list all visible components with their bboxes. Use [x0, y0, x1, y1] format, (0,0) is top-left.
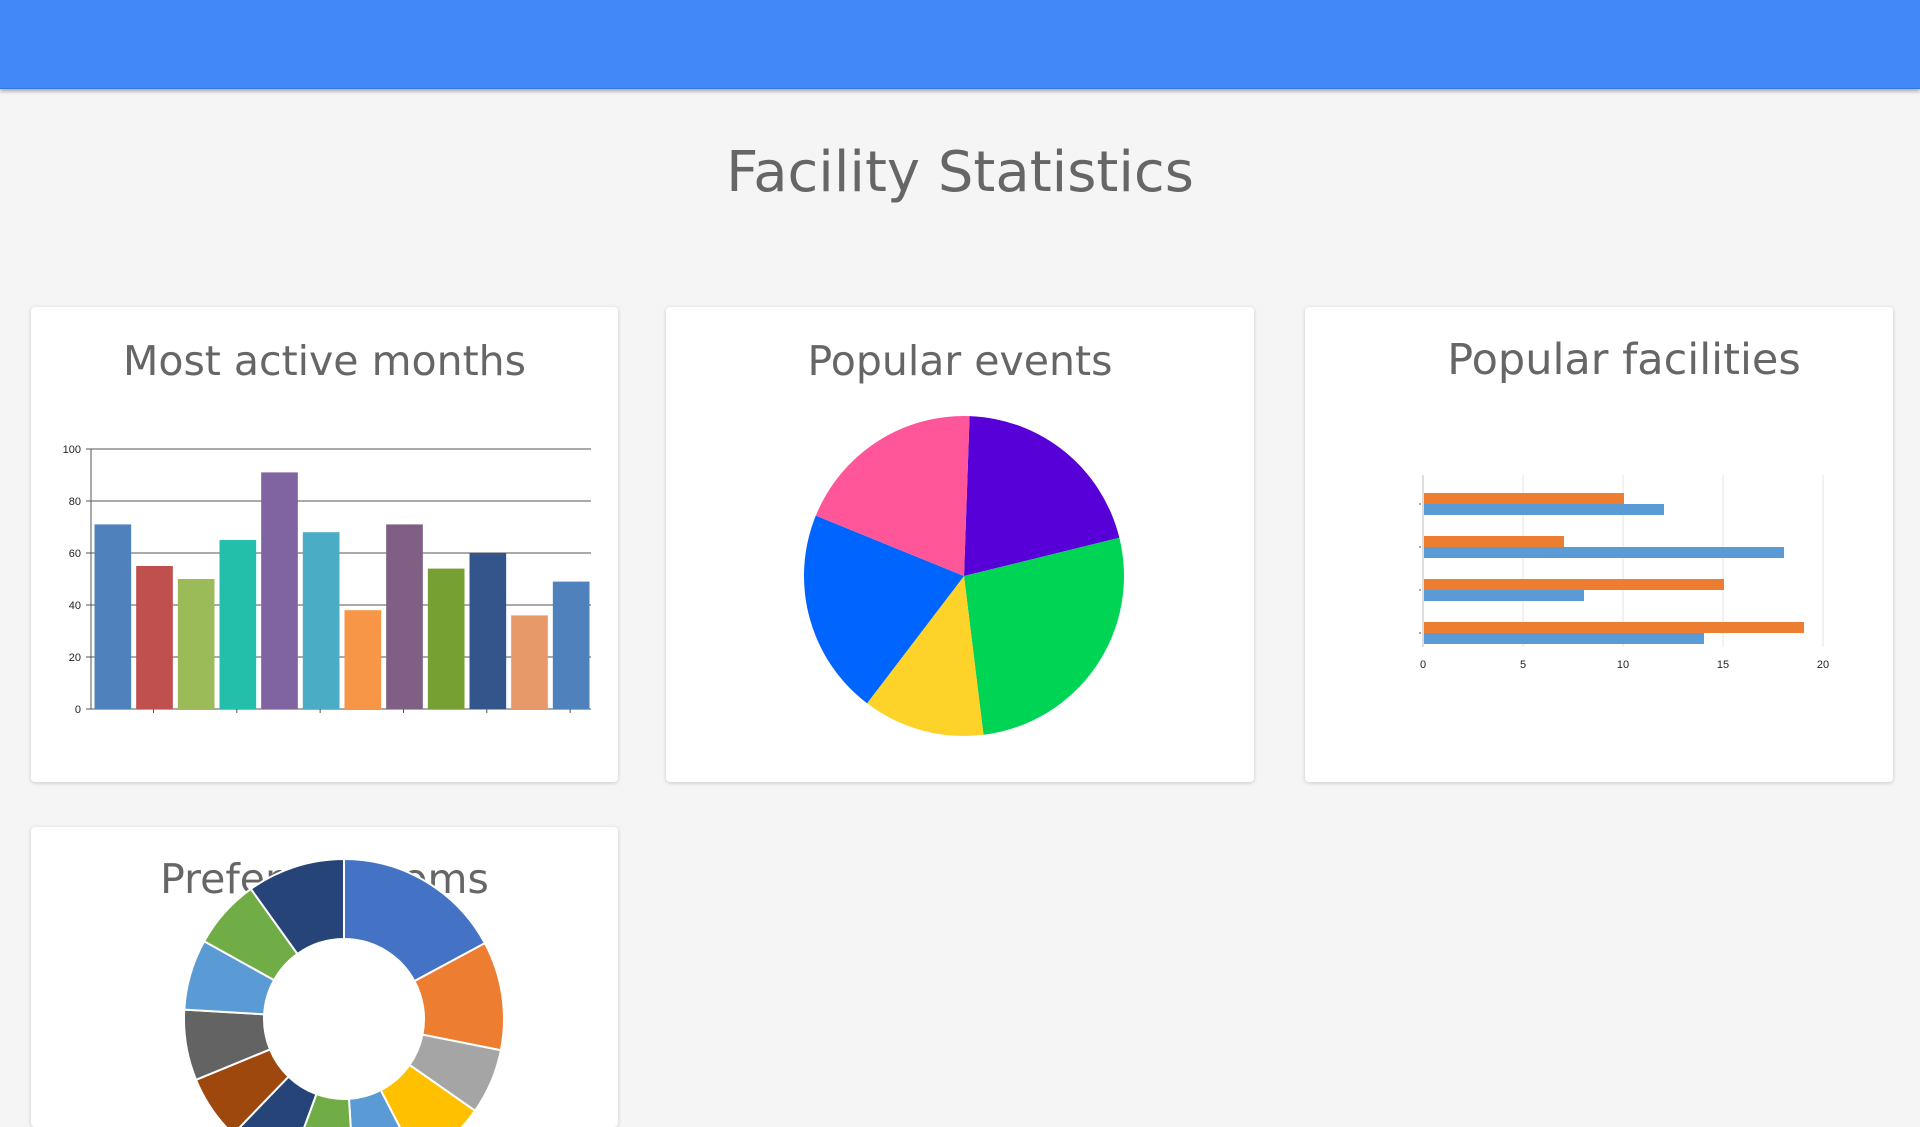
events-pie-chart [804, 416, 1124, 736]
bar [1424, 633, 1704, 644]
bar [1424, 590, 1584, 601]
y-tick-label: 80 [69, 496, 81, 508]
x-tick-label: 20 [1817, 659, 1829, 671]
bar [511, 615, 548, 709]
bar [469, 553, 507, 709]
x-tick-label: 15 [1717, 659, 1729, 671]
y-tick-label: 20 [69, 652, 81, 664]
y-tick-label: 100 [63, 444, 81, 456]
card-preferred-rooms: Preferred rooms [31, 827, 618, 1127]
bar [94, 524, 132, 709]
bar [1424, 547, 1784, 558]
x-tick-label: 10 [1617, 659, 1629, 671]
facilities-bar-chart: 0 5 10 15 20 [1419, 475, 1829, 671]
bar [1424, 536, 1564, 547]
y-tick-label: 60 [69, 548, 81, 560]
x-tick-label: 5 [1520, 659, 1526, 671]
bar [1424, 493, 1624, 504]
y-tick-label: 40 [69, 600, 81, 612]
bar [344, 610, 382, 709]
bar [219, 540, 257, 709]
bar [427, 568, 465, 709]
bar [1424, 504, 1664, 515]
bar [302, 532, 340, 709]
card-popular-facilities: Popular facilities 0 5 10 15 20 [1305, 307, 1893, 782]
top-app-bar [0, 0, 1920, 89]
y-tick-label: 0 [75, 704, 81, 716]
rooms-donut-chart [183, 857, 505, 1127]
bar [177, 579, 215, 709]
card-popular-events: Popular events [666, 307, 1254, 782]
months-bar-chart: 0 20 40 60 80 100 [63, 444, 591, 716]
bar [136, 566, 173, 709]
bar [1424, 579, 1724, 590]
bar [552, 581, 590, 709]
page-title: Facility Statistics [726, 140, 1194, 205]
x-tick-label: 0 [1420, 659, 1426, 671]
bar [1424, 622, 1804, 633]
bar [386, 524, 423, 709]
bar [261, 472, 298, 709]
card-most-active-months: Most active months 0 20 40 60 80 100 [31, 307, 618, 782]
